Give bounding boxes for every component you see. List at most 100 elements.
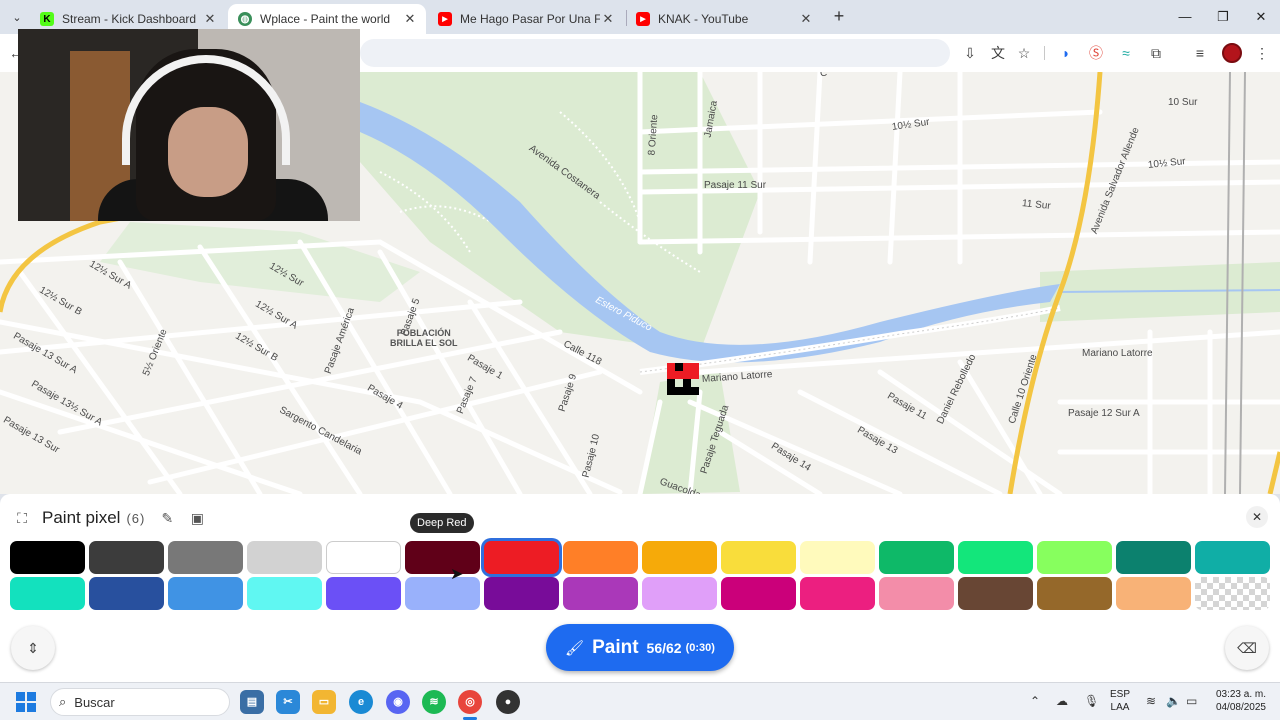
- charges-count: 56/62: [646, 639, 682, 656]
- swatch-transparent[interactable]: [1195, 577, 1270, 610]
- close-window-button[interactable]: ✕: [1242, 4, 1280, 30]
- tab-youtube-knak[interactable]: ▶ KNAK - YouTube ✕: [626, 4, 822, 34]
- microphone-icon[interactable]: 🎙: [1084, 694, 1099, 708]
- taskbar-clock[interactable]: 03:23 a. m. 04/08/2025: [1206, 688, 1266, 714]
- swatch-gray[interactable]: [168, 541, 243, 574]
- expand-panel-button[interactable]: ⇕: [11, 626, 55, 670]
- brush-icon: 🖌: [565, 639, 585, 657]
- swatch-light-yellow[interactable]: [800, 541, 875, 574]
- tray-chevron-icon[interactable]: ⌃: [1030, 694, 1040, 708]
- spotify-icon[interactable]: ≋: [422, 690, 446, 714]
- swatch-light-pink[interactable]: [879, 577, 954, 610]
- swatch-dark-brown[interactable]: [958, 577, 1033, 610]
- webcam-overlay: [18, 29, 360, 221]
- chrome-icon[interactable]: ◎: [458, 690, 482, 714]
- edge-icon[interactable]: e: [349, 690, 373, 714]
- close-icon[interactable]: ✕: [202, 11, 218, 27]
- swatch-dark-teal[interactable]: [1116, 541, 1191, 574]
- paint-panel: ⛶ Paint pixel (6) ✎ ▣ Deep Red ✕ ➤ ⇕ 🖌 P…: [0, 494, 1280, 682]
- address-bar[interactable]: [360, 39, 950, 67]
- close-icon[interactable]: ✕: [402, 11, 418, 27]
- map-label: Mariano Latorre: [1082, 348, 1153, 359]
- swatch-dark-green[interactable]: [879, 541, 954, 574]
- profile-avatar[interactable]: [1222, 43, 1242, 63]
- swatch-green[interactable]: [958, 541, 1033, 574]
- swatch-gold[interactable]: [642, 541, 717, 574]
- youtube-icon: ▶: [636, 12, 650, 26]
- close-icon[interactable]: ✕: [798, 11, 814, 27]
- extension-wave-icon[interactable]: ≈: [1116, 43, 1136, 63]
- discord-icon[interactable]: ◉: [386, 690, 410, 714]
- kick-icon: K: [40, 12, 54, 26]
- extension-s-icon[interactable]: Ⓢ: [1086, 43, 1106, 63]
- extension-sound-icon[interactable]: ◗: [1056, 43, 1076, 63]
- paint-button[interactable]: 🖌 Paint 56/62 (0:30): [546, 624, 734, 671]
- neighborhood-label: POBLACIÓN BRILLA EL SOL: [390, 328, 458, 348]
- swatch-white[interactable]: [326, 541, 401, 574]
- swatch-deep-red[interactable]: [405, 541, 480, 574]
- swatch-light-indigo[interactable]: [405, 577, 480, 610]
- swatch-yellow[interactable]: [721, 541, 796, 574]
- kebab-menu-icon[interactable]: ⋮: [1252, 43, 1272, 63]
- tab-search-button[interactable]: ⌄: [6, 6, 28, 28]
- minimize-button[interactable]: —: [1166, 4, 1204, 30]
- maximize-button[interactable]: ❐: [1204, 4, 1242, 30]
- swatch-indigo[interactable]: [326, 577, 401, 610]
- panel-header: ⛶ Paint pixel (6) ✎ ▣: [10, 506, 209, 530]
- close-icon[interactable]: ✕: [600, 11, 616, 27]
- swatch-orange[interactable]: [563, 541, 638, 574]
- file-explorer-icon[interactable]: ▭: [312, 690, 336, 714]
- snipping-tool-icon[interactable]: ✂: [276, 690, 300, 714]
- taskbar-search[interactable]: ⌕ Buscar: [50, 688, 230, 716]
- swatch-red[interactable]: [484, 541, 559, 574]
- image-icon[interactable]: ▣: [185, 506, 209, 530]
- youtube-icon: ▶: [438, 12, 452, 26]
- windows-taskbar: ⌕ Buscar ▤ ✂ ▭ e ◉ ≋ ◎ ● ⌃ ☁ 🎙 ESP LAA ≋…: [0, 682, 1280, 720]
- swatch-light-gray[interactable]: [247, 541, 322, 574]
- battery-icon[interactable]: ▭: [1186, 694, 1197, 708]
- expand-vertical-icon: ⇕: [27, 640, 39, 656]
- cooldown-timer: (0:30): [685, 641, 715, 654]
- swatch-light-green[interactable]: [1037, 541, 1112, 574]
- new-tab-button[interactable]: +: [828, 6, 850, 28]
- translate-icon[interactable]: 文: [988, 43, 1008, 63]
- bookmark-star-icon[interactable]: ☆: [1014, 43, 1034, 63]
- swatch-pink[interactable]: [800, 577, 875, 610]
- install-app-icon[interactable]: ⇩: [960, 43, 980, 63]
- panel-title: Paint pixel: [42, 508, 121, 527]
- swatch-cyan[interactable]: [247, 577, 322, 610]
- pencil-icon[interactable]: ✎: [155, 506, 179, 530]
- swatch-brown[interactable]: [1037, 577, 1112, 610]
- eraser-icon: ⌫: [1237, 640, 1257, 656]
- swatch-black[interactable]: [10, 541, 85, 574]
- swatch-purple[interactable]: [563, 577, 638, 610]
- fullscreen-icon[interactable]: ⛶: [10, 506, 34, 530]
- swatch-light-purple[interactable]: [642, 577, 717, 610]
- swatch-dark-gray[interactable]: [89, 541, 164, 574]
- swatch-dark-pink[interactable]: [721, 577, 796, 610]
- swatch-dark-blue[interactable]: [89, 577, 164, 610]
- close-panel-button[interactable]: ✕: [1246, 506, 1268, 528]
- map-label: Pasaje 11 Sur: [704, 180, 767, 191]
- swatch-dark-purple[interactable]: [484, 577, 559, 610]
- media-control-icon[interactable]: ≡: [1190, 43, 1210, 63]
- language-indicator[interactable]: ESP LAA: [1110, 688, 1130, 714]
- volume-icon[interactable]: 🔈: [1166, 694, 1181, 708]
- toolbar-divider: [1044, 46, 1045, 60]
- color-tooltip: Deep Red: [410, 513, 474, 533]
- swatch-teal[interactable]: [1195, 541, 1270, 574]
- store-icon[interactable]: ▤: [240, 690, 264, 714]
- wifi-icon[interactable]: ≋: [1146, 694, 1156, 708]
- tab-youtube-figura[interactable]: ▶ Me Hago Pasar Por Una Figura ✕: [428, 4, 624, 34]
- painted-pixels: [667, 363, 699, 395]
- obs-icon[interactable]: ●: [496, 690, 520, 714]
- swatch-beige[interactable]: [1116, 577, 1191, 610]
- map-label: Pasaje 12 Sur A: [1068, 408, 1140, 419]
- eraser-button[interactable]: ⌫: [1225, 626, 1269, 670]
- swatch-blue[interactable]: [168, 577, 243, 610]
- map-label: 10 Sur: [1168, 97, 1198, 108]
- tray-app-icon[interactable]: ☁: [1056, 694, 1068, 708]
- swatch-light-teal[interactable]: [10, 577, 85, 610]
- windows-start-icon[interactable]: [16, 692, 36, 712]
- extensions-puzzle-icon[interactable]: ⧉: [1146, 43, 1166, 63]
